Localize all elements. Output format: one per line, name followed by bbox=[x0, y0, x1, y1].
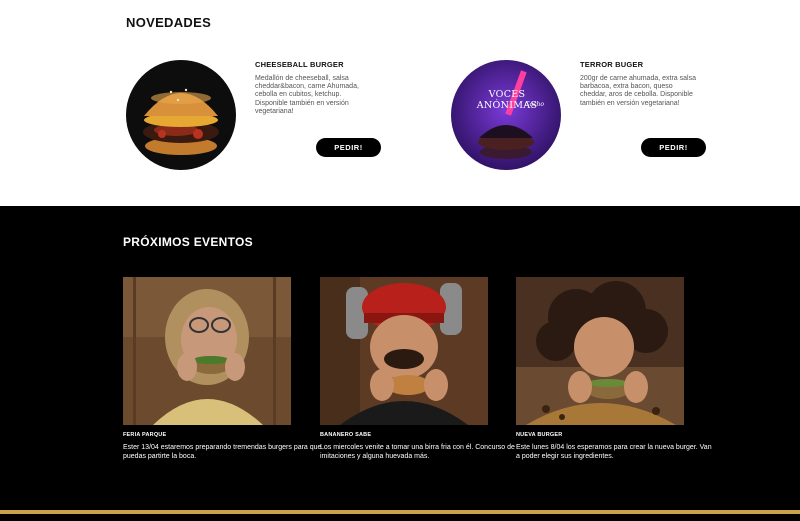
product-name: CHEESEBALL BURGER bbox=[255, 60, 344, 69]
product-card: CHEESEBALL BURGER Medallón de cheeseball… bbox=[126, 58, 386, 178]
event-description: Ester 13/04 estaremos preparando tremend… bbox=[123, 444, 322, 460]
product-description: 200gr de carne ahumada, extra salsa barb… bbox=[580, 75, 696, 107]
product-description: Medallón de cheeseball, salsa cheddar&ba… bbox=[255, 75, 359, 115]
event-name: NUEVA BURGER bbox=[516, 432, 563, 438]
person-eating-photo-icon bbox=[320, 277, 488, 425]
event-name: BANANERO SABE bbox=[320, 432, 372, 438]
event-image bbox=[516, 277, 684, 425]
product-image bbox=[451, 60, 561, 170]
order-button[interactable]: PEDIR! bbox=[316, 138, 381, 157]
burger-photo-icon bbox=[451, 60, 561, 170]
product-card: VOCES ANÓNIMAS Cacho TERROR BUGER 200gr … bbox=[451, 58, 711, 178]
event-image bbox=[123, 277, 291, 425]
event-description: Este lunes 8/04 los esperamos para crear… bbox=[516, 444, 712, 460]
person-eating-photo-icon bbox=[516, 277, 684, 425]
product-image bbox=[126, 60, 236, 170]
event-card: FERIA PARQUE Ester 13/04 estaremos prepa… bbox=[123, 277, 321, 477]
event-name: FERIA PARQUE bbox=[123, 432, 167, 438]
eventos-title: PRÓXIMOS EVENTOS bbox=[123, 235, 253, 249]
novedades-section: NOVEDADES CHEESEBALL BURGER Medallón de … bbox=[0, 0, 800, 206]
order-button[interactable]: PEDIR! bbox=[641, 138, 706, 157]
event-card: NUEVA BURGER Este lunes 8/04 los esperam… bbox=[516, 277, 712, 477]
eventos-section: PRÓXIMOS EVENTOS FERIA PARQUE Ester 13/0… bbox=[0, 206, 800, 521]
footer-accent-bar bbox=[0, 510, 800, 514]
event-image bbox=[320, 277, 488, 425]
novedades-title: NOVEDADES bbox=[126, 15, 212, 30]
person-eating-photo-icon bbox=[123, 277, 291, 425]
burger-photo-icon bbox=[126, 60, 236, 170]
image-overlay-subtitle: Cacho bbox=[525, 101, 545, 108]
product-name: TERROR BUGER bbox=[580, 60, 644, 69]
event-card: BANANERO SABE Los miercoles venite a tom… bbox=[320, 277, 515, 477]
event-description: Los miercoles venite a tomar una birra f… bbox=[320, 444, 515, 460]
